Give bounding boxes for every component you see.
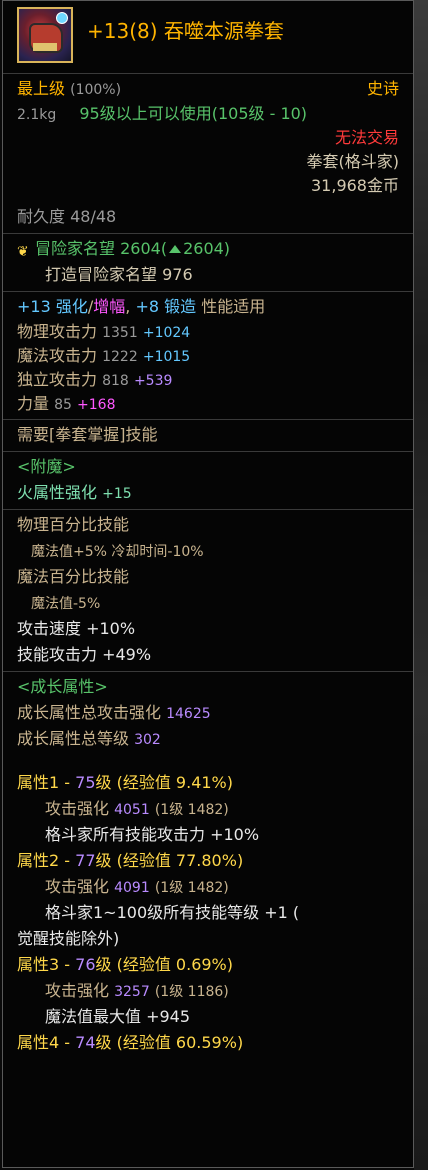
fame-label: 冒险家名望 [35,239,116,258]
attr1-effect: 格斗家所有技能攻击力 +10% [45,825,260,844]
forge-label: +8 锻造 [135,297,197,316]
ind-atk-base: 818 [102,373,129,389]
enhance-section: +13 强化/增幅, +8 锻造 性能适用 物理攻击力 1351 +1024 魔… [3,292,413,420]
mag-atk-bonus: +1015 [142,349,191,365]
phys-atk-base: 1351 [102,325,138,341]
attr3-lv1: (1级 1186) [154,984,229,1000]
fame-up-value: 2604 [183,239,224,258]
grade-pct: (100%) [70,82,122,98]
attr2-level: 77 [75,851,96,870]
growth-section: <成长属性> 成长属性总攻击强化 14625 成长属性总等级 302 属性1 -… [3,672,413,1059]
forge-fame-label: 打造冒险家名望 [45,265,158,284]
laurel-icon: ❦ [17,244,29,260]
attr2-level-unit: 级 [95,851,112,870]
item-price: 31,968金币 [311,176,399,195]
fame-paren-open: ( [160,239,168,258]
attr3-level-unit: 级 [95,955,112,974]
attr2-effect: 格斗家1~100级所有技能等级 +1 ( [45,903,300,922]
attr1-level-unit: 级 [95,773,112,792]
skill-req-text: 需要[拳套掌握]技能 [17,425,158,444]
attr1-atk-label: 攻击强化 [45,799,110,818]
enchant-label: 火属性强化 [17,483,98,502]
enchant-value: +15 [102,486,132,502]
mag-atk-base: 1222 [102,349,138,365]
amplify-label: 增幅 [93,297,126,316]
ind-atk-label: 独立攻击力 [17,370,98,389]
growth-total-atk: 14625 [166,706,211,722]
trade-restriction: 无法交易 [334,128,399,147]
attr1-atk: 4051 [114,802,150,818]
str-base: 85 [54,397,72,413]
str-bonus: +168 [77,397,116,413]
attr3-level: 76 [75,955,96,974]
reinforce-label: +13 强化 [17,297,88,316]
attr3-atk: 3257 [114,984,150,1000]
growth-total-lvl: 302 [134,732,161,748]
weight: 2.1kg [17,107,57,123]
attr3-effect: 魔法值最大值 +945 [45,1007,191,1026]
attr1-exp: (经验值 9.41%) [111,773,234,792]
phys-atk-label: 物理攻击力 [17,322,98,341]
durability: 耐久度 48/48 [17,207,117,226]
mag-pct-detail: 魔法值-5% [31,596,101,612]
enchant-section: <附魔> 火属性强化 +15 [3,452,413,510]
attr1-level: 75 [75,773,96,792]
item-tooltip: +13(8) 吞噬本源拳套 最上级 (100%) 史诗 2.1kg 95级以上可… [2,0,414,1168]
tooltip-header: +13(8) 吞噬本源拳套 [3,1,413,74]
fame-paren-close: ) [223,239,231,258]
gauntlet-icon [17,7,73,63]
ind-atk-bonus: +539 [133,373,173,389]
fame-section: ❦ 冒险家名望 2604(2604) 打造冒险家名望 976 [3,234,413,292]
attr4-level-unit: 级 [95,1033,112,1052]
growth-title: <成长属性> [17,677,108,696]
attr1-lv1: (1级 1482) [154,802,229,818]
phys-atk-bonus: +1024 [142,325,191,341]
mag-atk-label: 魔法攻击力 [17,346,98,365]
attr2-effect-cont: 觉醒技能除外) [17,929,120,948]
mag-pct-skill: 魔法百分比技能 [17,567,130,586]
performance-label: 性能适用 [201,297,266,316]
attr4-level: 74 [75,1033,96,1052]
rarity-label: 史诗 [366,79,399,98]
phys-pct-skill: 物理百分比技能 [17,515,130,534]
atk-speed: 攻击速度 +10% [17,619,136,638]
attr2-atk-label: 攻击强化 [45,877,110,896]
attr2-lv1: (1级 1482) [154,880,229,896]
attr4-exp: (经验值 60.59%) [111,1033,244,1052]
background-panel [414,0,428,1170]
attr3-atk-label: 攻击强化 [45,981,110,1000]
phys-pct-detail: 魔法值+5% 冷却时间-10% [31,544,204,560]
comma: , [125,297,131,316]
skill-requirement: 需要[拳套掌握]技能 [3,420,413,452]
str-label: 力量 [17,394,50,413]
enchant-title: <附魔> [17,457,76,476]
attr1-head: 属性1 - [17,773,76,792]
attr2-exp: (经验值 77.80%) [111,851,244,870]
level-requirement: 95级以上可以使用(105级 - 10) [79,104,308,123]
growth-total-atk-label: 成长属性总攻击强化 [17,703,162,722]
attr3-head: 属性3 - [17,955,76,974]
skill-atk: 技能攻击力 +49% [17,645,152,664]
attr4-head: 属性4 - [17,1033,76,1052]
basic-info: 最上级 (100%) 史诗 2.1kg 95级以上可以使用(105级 - 10)… [3,74,413,234]
grade-label: 最上级 [17,79,66,98]
forge-fame-value: 976 [162,265,193,284]
attr2-atk: 4091 [114,880,150,896]
attr3-exp: (经验值 0.69%) [111,955,234,974]
options-section: 物理百分比技能 魔法值+5% 冷却时间-10% 魔法百分比技能 魔法值-5% 攻… [3,510,413,672]
attr2-head: 属性2 - [17,851,76,870]
growth-total-lvl-label: 成长属性总等级 [17,729,130,748]
item-type: 拳套(格斗家) [306,152,400,171]
item-title: +13(8) 吞噬本源拳套 [87,19,284,43]
up-triangle-icon [169,245,182,253]
fame-value: 2604 [120,239,161,258]
